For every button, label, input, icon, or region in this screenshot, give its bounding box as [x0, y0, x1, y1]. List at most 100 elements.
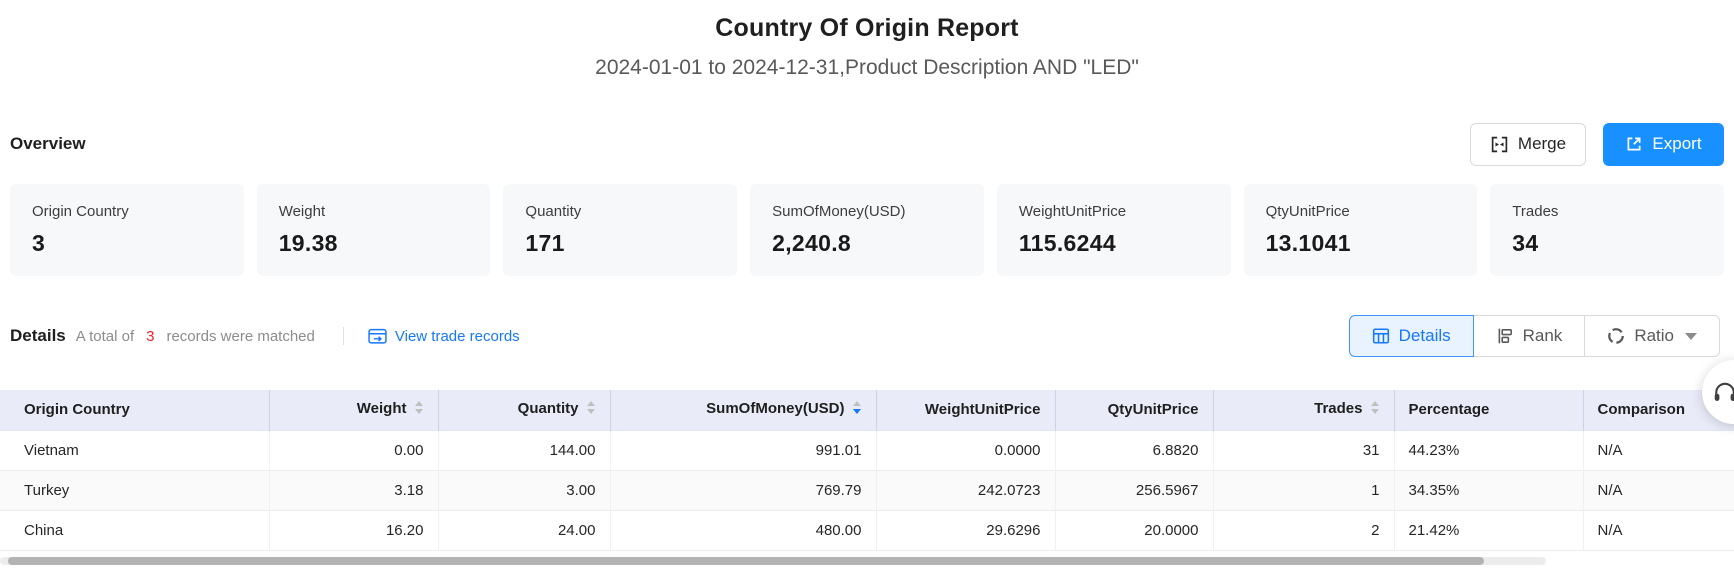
table-cell: 242.0723 — [876, 470, 1055, 510]
table-cell: 44.23% — [1394, 430, 1583, 470]
overview-stat-cards: Origin Country3Weight19.38 Quantity 171 Sum… — [10, 184, 1724, 276]
table-cell: 21.42% — [1394, 510, 1583, 550]
table-cell: N/A — [1583, 430, 1734, 470]
column-header-label: Quantity — [518, 400, 579, 417]
table-row: Turkey3.183.00769.79242.0723256.5967134.… — [0, 470, 1734, 510]
details-view-button[interactable]: Details — [1349, 315, 1474, 357]
column-header-trades[interactable]: Trades — [1213, 390, 1394, 430]
table-cell: 991.01 — [610, 430, 876, 470]
summary-suffix: records were matched — [166, 328, 314, 345]
table-cell: 3.00 — [438, 470, 610, 510]
ratio-view-button[interactable]: Ratio — [1585, 315, 1720, 357]
export-icon — [1625, 135, 1643, 153]
table-cell: 144.00 — [438, 430, 610, 470]
table-header-row: Origin Country Weight Quantity SumOfMoney(U… — [0, 390, 1734, 430]
view-trade-records-link[interactable]: View trade records — [368, 328, 520, 345]
ratio-view-label: Ratio — [1634, 326, 1674, 346]
overview-bar: Overview Merge — [10, 122, 1724, 166]
column-header-label: Comparison — [1598, 401, 1686, 418]
table-cell: N/A — [1583, 470, 1734, 510]
rank-view-label: Rank — [1523, 326, 1563, 346]
match-summary: A total of 3 records were matched — [76, 328, 315, 345]
ratio-circle-icon — [1607, 327, 1625, 345]
overview-heading: Overview — [10, 134, 86, 154]
column-header-qtyunitprice: QtyUnitPrice — [1055, 390, 1213, 430]
chevron-down-icon — [1685, 333, 1697, 340]
merge-button-label: Merge — [1518, 134, 1566, 154]
table-cell: 769.79 — [610, 470, 876, 510]
table-grid-icon — [1372, 327, 1390, 345]
sort-icon — [586, 400, 596, 419]
details-table: Origin Country Weight Quantity SumOfMoney(U… — [0, 390, 1734, 551]
column-header-label: Trades — [1314, 400, 1362, 417]
column-header-weightunitprice: WeightUnitPrice — [876, 390, 1055, 430]
details-view-label: Details — [1399, 326, 1451, 346]
details-summary-area: Details A total of 3 records were matche… — [10, 326, 520, 346]
details-bar: Details A total of 3 records were matche… — [10, 314, 1724, 358]
table-cell: 0.00 — [269, 430, 438, 470]
rank-icon — [1496, 327, 1514, 345]
column-header-weight[interactable]: Weight — [269, 390, 438, 430]
column-header-sumofmoney-usd[interactable]: SumOfMoney(USD) — [610, 390, 876, 430]
view-switcher: Details Rank Ratio — [1349, 315, 1720, 357]
stat-card-value: 115.6244 — [1019, 230, 1209, 257]
sort-icon — [414, 400, 424, 419]
column-header-origin-country: Origin Country — [0, 390, 269, 430]
stat-card-label: QtyUnitPrice — [1266, 203, 1456, 220]
column-header-label: Origin Country — [24, 401, 130, 418]
table-cell: N/A — [1583, 510, 1734, 550]
table-cell: 31 — [1213, 430, 1394, 470]
stat-card: Origin Country3 — [10, 184, 244, 276]
table-cell: 24.00 — [438, 510, 610, 550]
column-header-label: SumOfMoney(USD) — [706, 400, 844, 417]
stat-card-value: 2,240.8 — [772, 230, 962, 257]
horizontal-scrollbar-thumb[interactable] — [8, 557, 1484, 565]
stat-card: Trades 34 — [1490, 184, 1724, 276]
stat-card: QtyUnitPrice 13.1041 — [1244, 184, 1478, 276]
stat-card: WeightUnitPrice 115.6244 — [997, 184, 1231, 276]
table-cell: 34.35% — [1394, 470, 1583, 510]
stat-card: SumOfMoney(USD)2,240.8 — [750, 184, 984, 276]
headset-icon — [1711, 378, 1734, 406]
stat-card: Quantity 171 — [503, 184, 737, 276]
page-title: Country Of Origin Report — [0, 0, 1734, 43]
country-of-origin-report-page: Country Of Origin Report 2024-01-01 to 2… — [0, 0, 1734, 585]
table-cell: 3.18 — [269, 470, 438, 510]
stat-card-value: 34 — [1512, 230, 1702, 257]
summary-divider — [343, 327, 344, 345]
horizontal-scrollbar-track[interactable] — [0, 557, 1546, 565]
column-header-label: Percentage — [1409, 401, 1490, 418]
table-row: China16.2024.00480.0029.629620.0000221.4… — [0, 510, 1734, 550]
stat-card: Weight19.38 — [257, 184, 491, 276]
details-table-wrap: Origin Country Weight Quantity SumOfMoney(U… — [0, 390, 1734, 565]
matched-count: 3 — [142, 328, 158, 345]
trade-records-icon — [368, 328, 387, 345]
table-cell: 1 — [1213, 470, 1394, 510]
table-cell: 20.0000 — [1055, 510, 1213, 550]
stat-card-label: Trades — [1512, 203, 1702, 220]
table-cell: Vietnam — [0, 430, 269, 470]
column-header-percentage: Percentage — [1394, 390, 1583, 430]
stat-card-label: Quantity — [525, 203, 715, 220]
table-cell: 2 — [1213, 510, 1394, 550]
table-cell: 16.20 — [269, 510, 438, 550]
summary-prefix: A total of — [76, 328, 134, 345]
table-cell: 0.0000 — [876, 430, 1055, 470]
table-row: Vietnam0.00144.00991.010.00006.88203144.… — [0, 430, 1734, 470]
column-header-quantity[interactable]: Quantity — [438, 390, 610, 430]
table-cell: China — [0, 510, 269, 550]
rank-view-button[interactable]: Rank — [1474, 315, 1586, 357]
stat-card-value: 171 — [525, 230, 715, 257]
sort-icon — [1370, 400, 1380, 419]
merge-button[interactable]: Merge — [1470, 123, 1586, 166]
stat-card-value: 13.1041 — [1266, 230, 1456, 257]
overview-actions: Merge Export — [1470, 123, 1724, 166]
table-cell: 6.8820 — [1055, 430, 1213, 470]
table-cell: 480.00 — [610, 510, 876, 550]
export-button[interactable]: Export — [1603, 123, 1724, 166]
column-header-label: QtyUnitPrice — [1108, 401, 1199, 418]
stat-card-label: WeightUnitPrice — [1019, 203, 1209, 220]
page-subtitle: 2024-01-01 to 2024-12-31,Product Descrip… — [0, 56, 1734, 80]
column-header-label: Weight — [357, 400, 407, 417]
stat-card-label: Weight — [279, 203, 469, 220]
